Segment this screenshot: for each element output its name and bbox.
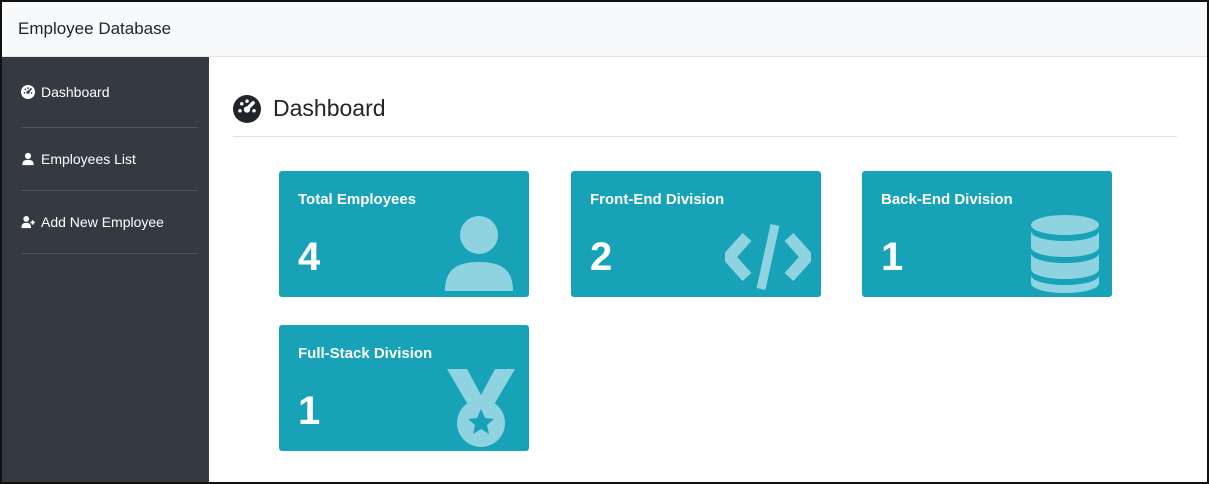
app-window: Employee Database Dashboard Employees Li… [0,0,1209,484]
tachometer-icon [233,95,261,123]
user-icon [21,152,35,166]
stat-card-total-employees[interactable]: Total Employees 4 [279,171,529,297]
card-label: Front-End Division [590,191,725,208]
sidebar-item-dashboard[interactable]: Dashboard [21,57,197,128]
card-value: 2 [590,235,613,279]
card-value: 1 [881,235,904,279]
code-icon [720,215,816,293]
card-label: Back-End Division [881,191,1013,208]
card-label: Total Employees [298,191,417,208]
sidebar: Dashboard Employees List Add New Employe… [2,57,209,482]
card-value: 4 [298,235,321,279]
database-icon [1030,215,1100,293]
card-label: Full-Stack Division [298,345,433,362]
top-navbar: Employee Database [2,2,1207,57]
page-header: Dashboard [233,93,1177,137]
sidebar-item-label: Dashboard [41,84,110,100]
stat-card-full-stack-division[interactable]: Full-Stack Division 1 [279,325,529,451]
user-icon [441,215,517,293]
sidebar-item-label: Employees List [41,151,136,167]
stat-card-back-end-division[interactable]: Back-End Division 1 [862,171,1112,297]
medal-icon [443,369,519,447]
tachometer-icon [21,85,35,99]
app-title[interactable]: Employee Database [18,19,171,39]
user-plus-icon [21,215,35,229]
sidebar-item-add-new-employee[interactable]: Add New Employee [21,191,197,254]
main-content: Dashboard Total Employees 4 Front-End Di… [209,57,1207,482]
card-value: 1 [298,389,321,433]
sidebar-item-employees-list[interactable]: Employees List [21,128,197,191]
stat-card-front-end-division[interactable]: Front-End Division 2 [571,171,821,297]
sidebar-item-label: Add New Employee [41,214,164,230]
page-title: Dashboard [273,95,386,121]
